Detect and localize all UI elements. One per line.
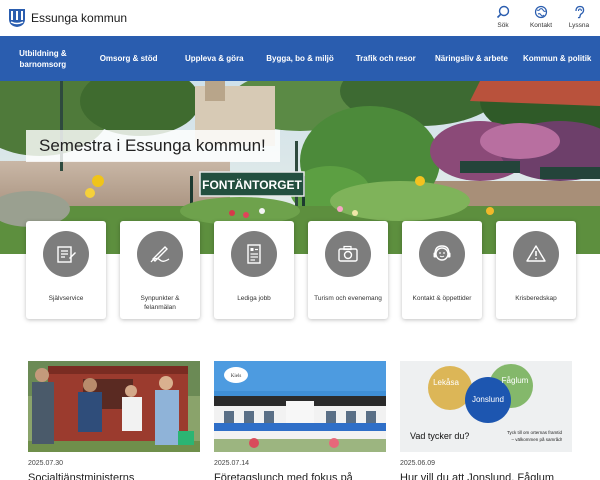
- pencil-icon: [150, 246, 170, 263]
- nav-item-building[interactable]: Bygga, bo & miljö: [257, 36, 343, 81]
- quick-link-label: Turism och evenemang: [314, 295, 382, 302]
- nav-item-municipality[interactable]: Kommun & politik: [514, 36, 600, 81]
- circle-label-1: Lekåsa: [433, 378, 459, 387]
- logo-text: Essunga kommun: [31, 11, 128, 25]
- document-icon: [247, 244, 261, 264]
- news-card[interactable]: 2025.07.30 Socialtjänstministerns: [28, 361, 200, 480]
- nav-item-education[interactable]: Utbildning & barnomsorg: [0, 36, 86, 81]
- quick-link-label: Lediga jobb: [237, 295, 271, 302]
- nav-item-experience[interactable]: Uppleva & göra: [171, 36, 257, 81]
- search-icon: [496, 5, 510, 19]
- listen-label: Lyssna: [568, 22, 590, 29]
- nav-item-business[interactable]: Näringsliv & arbete: [429, 36, 515, 81]
- news-photo-people: [28, 361, 200, 452]
- hero-title: Semestra i Essunga kommun!: [26, 130, 280, 162]
- quick-link-icon-bg: [231, 231, 277, 277]
- news-image: Lekåsa Fåglum Jonslund Vad tycker du? Ty…: [400, 361, 572, 452]
- site-logo[interactable]: Essunga kommun: [8, 8, 127, 28]
- form-icon: [57, 246, 76, 263]
- news-photo-building: Kiels: [214, 361, 386, 452]
- quick-link-label: Krisberedskap: [515, 295, 557, 302]
- top-tools: Sök Kontakt Lyssna: [488, 5, 594, 29]
- quick-link-icon-bg: [513, 231, 559, 277]
- site-header: Essunga kommun Sök Kontakt Lyssna: [0, 0, 600, 36]
- search-label: Sök: [497, 22, 509, 29]
- quick-link-crisis[interactable]: Krisberedskap: [496, 221, 576, 319]
- main-nav: Utbildning & barnomsorg Omsorg & stöd Up…: [0, 36, 600, 81]
- search-button[interactable]: Sök: [488, 5, 518, 29]
- headset-icon: [433, 245, 451, 261]
- globe-icon: [534, 5, 548, 19]
- news-card[interactable]: Kiels 2025.07.14 Företagslunch med fokus…: [214, 361, 386, 480]
- news-title: Företagslunch med fokus på: [214, 472, 353, 480]
- consultation-note-2: – välkommen på samråd!: [511, 436, 562, 442]
- news-title: Socialtjänstministerns: [28, 472, 135, 480]
- nav-item-traffic[interactable]: Trafik och resor: [343, 36, 429, 81]
- news-date: 2025.07.14: [214, 460, 250, 467]
- contact-label: Kontakt: [529, 22, 553, 29]
- quick-link-jobs[interactable]: Lediga jobb: [214, 221, 294, 319]
- news-graphic-consultation: Lekåsa Fåglum Jonslund Vad tycker du? Ty…: [400, 361, 572, 452]
- warning-icon: [526, 245, 546, 262]
- ear-icon: [575, 5, 585, 19]
- quick-link-icon-bg: [43, 231, 89, 277]
- quick-link-contact[interactable]: Kontakt & öppettider: [402, 221, 482, 319]
- quick-link-icon-bg: [325, 231, 371, 277]
- quick-link-feedback[interactable]: Synpunkter & felanmälan: [120, 221, 200, 319]
- news-list: 2025.07.30 Socialtjänstministerns Kiels …: [28, 361, 572, 480]
- quick-link-self-service[interactable]: Självservice: [26, 221, 106, 319]
- circle-label-2: Fåglum: [502, 376, 529, 385]
- news-date: 2025.07.30: [28, 460, 64, 467]
- coat-of-arms-icon: [9, 9, 25, 27]
- nav-item-care[interactable]: Omsorg & stöd: [86, 36, 172, 81]
- quick-link-icon-bg: [419, 231, 465, 277]
- quick-link-label: Kontakt & öppettider: [412, 295, 472, 302]
- listen-button[interactable]: Lyssna: [564, 5, 594, 29]
- news-image: [28, 361, 200, 452]
- quick-link-tourism[interactable]: Turism och evenemang: [308, 221, 388, 319]
- quick-link-icon-bg: [137, 231, 183, 277]
- news-card[interactable]: Lekåsa Fåglum Jonslund Vad tycker du? Ty…: [400, 361, 572, 480]
- consultation-note-1: Tyck till om orternas framtid: [507, 430, 563, 435]
- news-title: Hur vill du att Jonslund, Fåglum: [400, 472, 555, 480]
- svg-text:Kiels: Kiels: [231, 374, 242, 379]
- quick-link-label: Självservice: [48, 295, 84, 302]
- circle-label-3: Jonslund: [472, 395, 504, 404]
- news-image: Kiels: [214, 361, 386, 452]
- camera-icon: [338, 245, 358, 262]
- contact-button[interactable]: Kontakt: [526, 5, 556, 29]
- quick-links: Självservice Synpunkter & felanmälan Led…: [26, 221, 576, 319]
- news-date: 2025.06.09: [400, 460, 436, 467]
- quick-link-label: Synpunkter & felanmälan: [140, 295, 180, 311]
- question-text: Vad tycker du?: [410, 431, 469, 441]
- hero-sign-text: FONTÄNTORGET: [202, 177, 302, 192]
